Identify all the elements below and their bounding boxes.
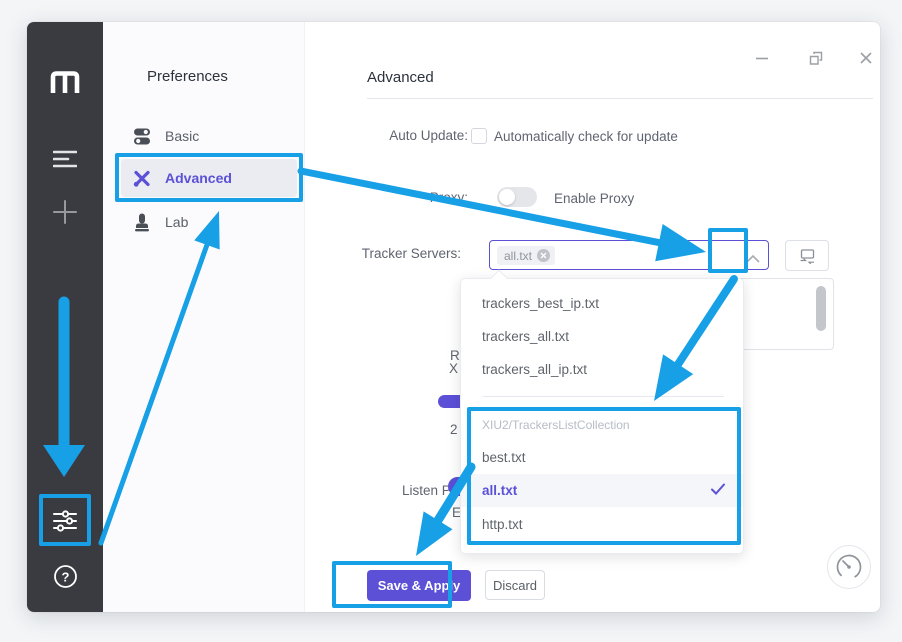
toggles-icon	[133, 127, 151, 146]
svg-text:?: ?	[61, 569, 69, 584]
toggle-knob	[499, 189, 515, 205]
tracker-servers-label: Tracker Servers:	[311, 246, 461, 261]
screenshot-stage: ? Preferences Basic A	[0, 0, 902, 642]
check-icon	[711, 483, 725, 498]
dropdown-option[interactable]: http.txt	[461, 508, 743, 541]
lab-icon	[133, 213, 151, 232]
save-apply-button[interactable]: Save & Apply	[367, 570, 471, 601]
preferences-icon[interactable]	[27, 500, 103, 542]
textarea-scrollbar[interactable]	[816, 286, 826, 331]
page-title: Advanced	[367, 69, 434, 86]
dropdown-option[interactable]: best.txt	[461, 441, 743, 474]
close-button[interactable]	[852, 46, 880, 70]
auto-update-label: Auto Update:	[318, 128, 468, 143]
selected-tag: all.txt	[497, 246, 555, 265]
dropdown-option-label: all.txt	[482, 483, 517, 498]
app-sidebar: ?	[27, 22, 103, 612]
add-task-icon[interactable]	[27, 192, 103, 232]
pref-item-label: Basic	[165, 128, 199, 144]
hidden-text-fragment: 2	[450, 422, 458, 437]
pref-item-lab[interactable]: Lab	[121, 203, 297, 241]
pref-item-advanced[interactable]: Advanced	[121, 159, 297, 197]
tools-icon	[133, 169, 151, 188]
sync-trackers-button[interactable]	[785, 240, 829, 271]
task-list-icon[interactable]	[27, 140, 103, 178]
preferences-panel: Preferences Basic Advanced	[103, 22, 305, 612]
selected-tag-label: all.txt	[504, 249, 532, 263]
pref-item-label: Advanced	[165, 170, 232, 186]
proxy-toggle[interactable]	[497, 187, 537, 207]
motrix-logo-icon	[27, 62, 103, 102]
title-divider	[367, 98, 873, 99]
proxy-label: Proxy:	[318, 190, 468, 205]
hidden-text-fragment: X	[449, 361, 458, 376]
dropdown-option[interactable]: trackers_all_ip.txt	[461, 353, 743, 386]
chevron-up-icon[interactable]	[746, 250, 760, 268]
preferences-title: Preferences	[147, 68, 228, 85]
tag-remove-icon[interactable]	[537, 249, 550, 262]
speed-gauge-button[interactable]	[827, 545, 871, 589]
dropdown-divider	[483, 396, 724, 397]
tracker-servers-select[interactable]: all.txt	[489, 240, 769, 270]
proxy-toggle-label: Enable Proxy	[554, 191, 634, 206]
dropdown-option[interactable]: trackers_best_ip.txt	[461, 287, 743, 320]
dropdown-group-label: XIU2/TrackersListCollection	[482, 418, 630, 432]
auto-update-checkbox[interactable]	[471, 128, 487, 144]
discard-button[interactable]: Discard	[485, 570, 545, 600]
dropdown-option[interactable]: trackers_all.txt	[461, 320, 743, 353]
tracker-select-dropdown: trackers_best_ip.txt trackers_all.txt tr…	[460, 278, 744, 554]
restore-button[interactable]	[802, 46, 830, 70]
pref-item-basic[interactable]: Basic	[121, 117, 297, 155]
gauge-icon	[834, 552, 864, 582]
dropdown-option-selected[interactable]: all.txt	[461, 474, 743, 507]
help-icon[interactable]: ?	[27, 554, 103, 598]
app-window: ? Preferences Basic A	[27, 22, 880, 612]
sync-icon	[799, 247, 816, 264]
auto-update-checkbox-label: Automatically check for update	[494, 129, 678, 144]
minimize-button[interactable]	[748, 46, 776, 70]
pref-item-label: Lab	[165, 214, 188, 230]
